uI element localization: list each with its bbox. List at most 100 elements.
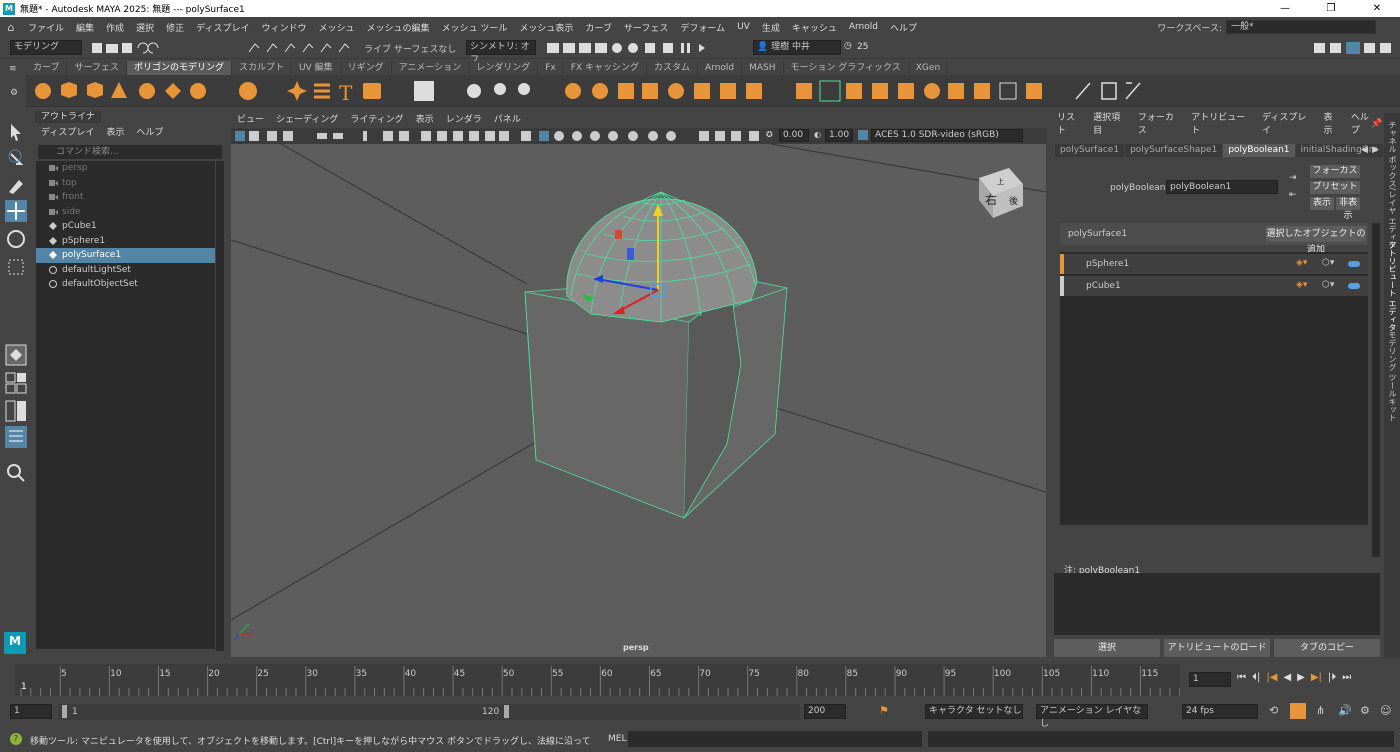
mode-dropdown[interactable]: モデリング — [10, 40, 82, 55]
exposure-field[interactable]: 0.00 — [779, 129, 809, 142]
operand-display-icon[interactable]: ⬡▾ — [1322, 280, 1334, 290]
home-icon[interactable]: ⌂ — [0, 21, 22, 34]
menu-create[interactable]: 作成 — [100, 21, 130, 34]
outliner-tab[interactable]: アウトライナ — [35, 111, 101, 123]
side-tab-channel-box[interactable]: チャネル ボックス/レイヤ エディタ — [1387, 121, 1398, 249]
ae-menu-list[interactable]: リスト — [1052, 110, 1088, 136]
vp-menu-renderer[interactable]: レンダラ — [440, 113, 488, 128]
list-item[interactable]: persp — [36, 161, 215, 176]
go-output-icon[interactable]: ⇤ — [1289, 190, 1297, 200]
shelf-menu[interactable]: ≡ ⚙ — [4, 62, 24, 108]
color-management-icon[interactable] — [858, 130, 868, 140]
viewport-toolbar-icons[interactable] — [233, 130, 778, 142]
search-icon[interactable] — [5, 462, 27, 484]
outliner-menu-display[interactable]: ディスプレイ — [35, 125, 100, 138]
range-start-handle[interactable] — [62, 705, 67, 718]
tab-scroll-left-icon[interactable]: ◀ — [1361, 145, 1368, 155]
list-item[interactable]: defaultObjectSet — [36, 277, 215, 292]
shelf-tab-fx-caching[interactable]: FX キャッシング — [564, 61, 647, 75]
step-forward-icon[interactable]: |⏵ — [1328, 672, 1336, 688]
play-forward-icon[interactable]: ▶ — [1297, 672, 1305, 688]
ae-menu-selected[interactable]: 選択項目 — [1088, 110, 1133, 136]
user-dropdown[interactable]: 👤 理樹 中井 — [753, 40, 841, 55]
menu-mesh[interactable]: メッシュ — [312, 21, 360, 34]
shelf-tab-surfaces[interactable]: サーフェス — [67, 61, 127, 75]
side-tab-modeling-toolkit[interactable]: モデリング ツールキット — [1387, 331, 1398, 422]
list-item[interactable]: pSphere1 — [36, 234, 215, 249]
ae-tab-polyboolean[interactable]: polyBoolean1 — [1223, 144, 1295, 157]
render-tools[interactable] — [545, 40, 720, 56]
menu-curves[interactable]: カーブ — [579, 21, 617, 34]
shelf-icons[interactable]: T — [26, 75, 1400, 107]
shelf-tab-motion-graphics[interactable]: モーション グラフィックス — [784, 61, 909, 75]
viewport-3d[interactable]: 右 後 上 persp — [231, 144, 1046, 657]
menu-uv[interactable]: UV — [731, 22, 756, 32]
range-end-field[interactable]: 200 — [804, 704, 846, 719]
node-name-field[interactable]: polyBoolean1 — [1166, 180, 1278, 194]
menu-cache[interactable]: キャッシュ — [786, 21, 843, 34]
operand-row-psphere[interactable]: pSphere1 ◈▾ ⬡▾ — [1060, 254, 1368, 274]
symmetry-dropdown[interactable]: シンメトリ: オフ — [466, 40, 536, 65]
live-surface-label[interactable]: ライブ サーフェスなし — [364, 42, 456, 55]
menu-deform[interactable]: デフォーム — [674, 21, 731, 34]
operand-display-icon[interactable]: ⬡▾ — [1322, 258, 1334, 268]
vp-menu-view[interactable]: ビュー — [231, 113, 270, 128]
go-input-icon[interactable]: ⇥ — [1289, 173, 1297, 183]
rotate-tool-icon[interactable] — [5, 228, 27, 250]
shelf-tab-sculpting[interactable]: スカルプト — [232, 61, 292, 75]
panel-toggles[interactable] — [1312, 40, 1398, 56]
ae-scrollbar[interactable] — [1372, 223, 1380, 557]
vp-menu-shading[interactable]: シェーディング — [270, 113, 344, 128]
next-key-icon[interactable]: ▶| — [1311, 672, 1322, 688]
vp-menu-lighting[interactable]: ライティング — [344, 113, 409, 128]
key-mode-icon[interactable] — [1290, 703, 1306, 719]
sound-icon[interactable]: 🔊 — [1338, 704, 1352, 717]
gamma-field[interactable]: 1.00 — [825, 129, 853, 142]
vp-menu-show[interactable]: 表示 — [410, 113, 440, 128]
shelf-menu-icon[interactable]: ≡ — [9, 64, 17, 74]
range-start-field[interactable]: 1 — [10, 704, 52, 719]
ae-menu-focus[interactable]: フォーカス — [1133, 110, 1186, 136]
menu-generate[interactable]: 生成 — [756, 21, 786, 34]
help-icon[interactable]: ? — [10, 733, 22, 745]
two-view-layout-icon[interactable] — [5, 400, 27, 422]
operand-row-pcube[interactable]: pCube1 ◈▾ ⬡▾ — [1060, 276, 1368, 296]
command-input[interactable] — [628, 731, 922, 747]
load-attributes-button[interactable]: アトリビュートのロード — [1164, 639, 1270, 657]
ae-tab-polysurface[interactable]: polySurface1 — [1055, 144, 1125, 157]
timeline-markers-icon[interactable]: ⋔ — [1316, 704, 1325, 717]
ae-menu-show[interactable]: 表示 — [1319, 110, 1346, 136]
current-frame-field[interactable]: 1 — [1189, 672, 1231, 687]
list-item[interactable]: front — [36, 190, 215, 205]
lasso-tool-icon[interactable] — [5, 148, 27, 170]
menu-mesh-display[interactable]: メッシュ表示 — [513, 21, 579, 34]
step-back-icon[interactable]: ⏴| — [1252, 672, 1260, 688]
auto-key-icon[interactable]: ⚑ — [879, 704, 889, 717]
viewport-scene[interactable]: 右 後 上 — [231, 144, 1046, 657]
shelf-tab-arnold[interactable]: Arnold — [698, 61, 743, 75]
side-tab-attribute-editor[interactable]: アトリビュート エディタ — [1387, 241, 1398, 332]
menu-file[interactable]: ファイル — [22, 21, 70, 34]
add-selected-objects-button[interactable]: 選択したオブジェクトの追加 — [1266, 226, 1366, 255]
select-button[interactable]: 選択 — [1054, 639, 1160, 657]
operand-type-icon[interactable]: ◈▾ — [1296, 258, 1307, 268]
paint-select-tool-icon[interactable] — [5, 174, 27, 196]
shelf-tab-fx[interactable]: Fx — [538, 61, 564, 75]
go-to-end-icon[interactable]: ⏭ — [1342, 672, 1351, 688]
outliner-menu-show[interactable]: 表示 — [100, 125, 130, 138]
range-end-handle[interactable] — [504, 705, 509, 718]
menu-windows[interactable]: ウィンドウ — [255, 21, 312, 34]
shelf-tab-curves[interactable]: カーブ — [26, 61, 68, 75]
notes-field[interactable] — [1054, 573, 1380, 635]
outliner-scrollbar[interactable] — [216, 161, 224, 651]
menu-display[interactable]: ディスプレイ — [190, 21, 255, 34]
copy-tab-button[interactable]: タブのコピー — [1274, 639, 1380, 657]
list-item[interactable]: top — [36, 176, 215, 191]
operand-type-icon[interactable]: ◈▾ — [1296, 280, 1307, 290]
time-ruler[interactable]: 5 10 15 20 25 30 35 40 45 50 55 60 65 70 75 80 85 90 95 100… — [15, 664, 1202, 696]
close-button[interactable]: ✕ — [1354, 3, 1400, 14]
anim-prefs-icon[interactable]: ⚙ — [1360, 704, 1370, 717]
ghost-icon[interactable]: ☺ — [1380, 704, 1391, 717]
select-tool-icon[interactable] — [5, 122, 27, 144]
ae-menu-display[interactable]: ディスプレイ — [1257, 110, 1319, 136]
